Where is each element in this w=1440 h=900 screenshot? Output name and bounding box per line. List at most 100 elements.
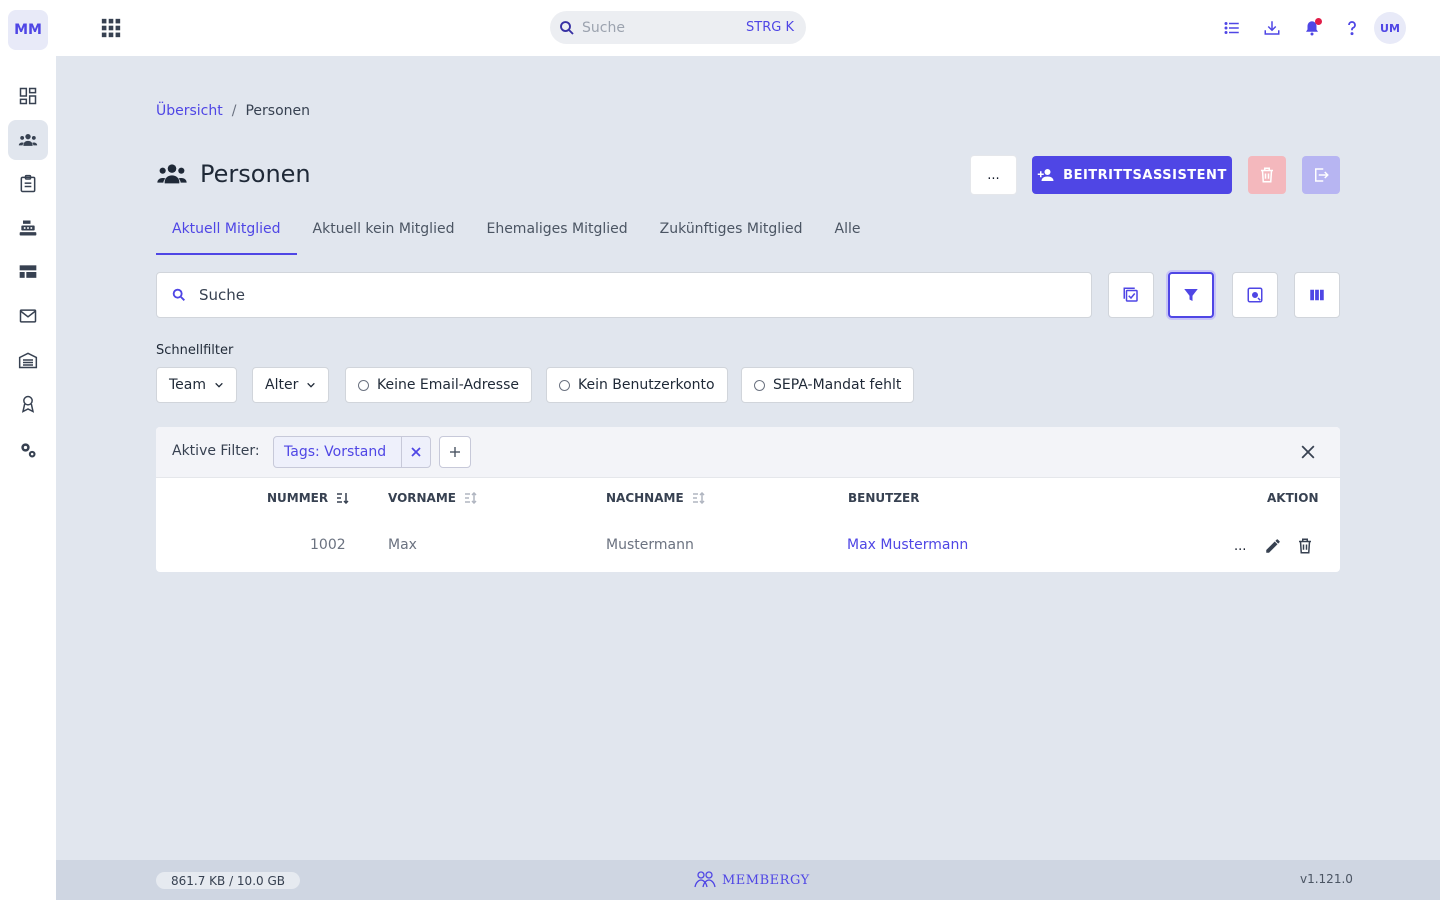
tab-all[interactable]: Alle (819, 213, 877, 255)
focus-icon (1247, 287, 1263, 303)
chevron-down-icon (215, 382, 223, 388)
sidebar-item-mail[interactable] (8, 296, 48, 336)
focus-view-button[interactable] (1232, 272, 1278, 318)
breadcrumb-overview-link[interactable]: Übersicht (156, 103, 223, 119)
dashboard-icon (19, 87, 37, 105)
more-options-button[interactable]: ... (970, 155, 1017, 195)
clear-filters-button[interactable] (1298, 442, 1318, 462)
chevron-down-icon (307, 382, 316, 388)
column-firstname-label: VORNAME (388, 491, 456, 505)
download-button[interactable] (1260, 16, 1284, 40)
tab-current-non-member[interactable]: Aktuell kein Mitglied (297, 213, 471, 255)
radio-icon (559, 379, 570, 391)
delete-selected-button[interactable] (1248, 156, 1286, 194)
remove-filter-button[interactable] (401, 437, 430, 467)
no-user-account-filter[interactable]: Kein Benutzerkonto (546, 367, 728, 403)
cell-firstname: Max (388, 537, 417, 553)
list-button[interactable] (1220, 16, 1244, 40)
select-all-button[interactable] (1108, 272, 1154, 318)
edit-icon[interactable] (1264, 537, 1282, 555)
user-avatar[interactable]: UM (1374, 12, 1406, 44)
filter-chip: Tags: Vorstand (273, 436, 431, 468)
export-icon (1315, 168, 1329, 182)
help-icon (1348, 21, 1356, 36)
export-button[interactable] (1302, 156, 1340, 194)
download-icon (1264, 21, 1280, 35)
active-filters-label: Aktive Filter: (172, 443, 260, 459)
people-icon (157, 164, 187, 184)
no-email-filter[interactable]: Keine Email-Adresse (345, 367, 532, 403)
people-icon (18, 134, 38, 146)
radio-icon (358, 379, 369, 391)
plus-icon (450, 447, 460, 457)
breadcrumb-current: Personen (245, 103, 310, 119)
row-more-button[interactable]: ... (1234, 539, 1250, 554)
cell-lastname: Mustermann (606, 537, 694, 553)
breadcrumb: Übersicht / Personen (156, 103, 310, 119)
tab-former-member[interactable]: Ehemaliges Mitglied (470, 213, 643, 255)
age-filter-dropdown[interactable]: Alter (252, 367, 330, 403)
storage-usage: 861.7 KB / 10.0 GB (156, 872, 300, 889)
no-email-label: Keine Email-Adresse (377, 377, 519, 393)
app-version: v1.121.0 (1300, 872, 1353, 886)
column-header-firstname[interactable]: VORNAME (388, 491, 478, 505)
person-search-input[interactable] (199, 286, 1091, 304)
table-view-icon (19, 265, 37, 278)
help-button[interactable] (1340, 16, 1364, 40)
list-icon (1224, 22, 1239, 34)
cell-number: 1002 (310, 537, 346, 553)
sidebar: MM (0, 0, 56, 900)
team-filter-label: Team (169, 377, 207, 393)
app-logo[interactable]: MM (8, 10, 48, 50)
brand-logo: MEMBERGY (692, 869, 810, 891)
membergy-logo-icon (694, 871, 716, 888)
column-user-label: BENUTZER (848, 491, 920, 505)
sidebar-item-persons[interactable] (8, 120, 48, 160)
cash-register-icon (19, 220, 37, 236)
columns-button[interactable] (1294, 272, 1340, 318)
mail-icon (19, 309, 37, 323)
membership-wizard-button[interactable]: BEITRITTSASSISTENT (1032, 156, 1232, 194)
sidebar-item-warehouse[interactable] (8, 340, 48, 380)
cell-user-link[interactable]: Max Mustermann (847, 537, 968, 553)
sidebar-item-cash-register[interactable] (8, 208, 48, 248)
filter-button[interactable] (1168, 272, 1214, 318)
filter-chip-label[interactable]: Tags: Vorstand (274, 444, 401, 460)
notifications-button[interactable] (1300, 16, 1324, 40)
top-bar: Suche STRG K UM (56, 0, 1440, 56)
no-user-account-label: Kein Benutzerkonto (578, 377, 715, 393)
sidebar-item-dashboard[interactable] (8, 76, 48, 116)
page-title: Personen (200, 160, 311, 188)
column-lastname-label: NACHNAME (606, 491, 684, 505)
radio-icon (754, 379, 765, 391)
sidebar-item-table-view[interactable] (8, 252, 48, 292)
clipboard-icon (20, 174, 36, 193)
column-number-label: NUMMER (267, 491, 329, 505)
trash-icon[interactable] (1296, 537, 1314, 555)
tab-current-member[interactable]: Aktuell Mitglied (156, 213, 297, 255)
tab-future-member[interactable]: Zukünftiges Mitglied (644, 213, 819, 255)
column-header-lastname[interactable]: NACHNAME (606, 491, 706, 505)
sort-descending-icon (337, 493, 349, 504)
sidebar-item-award[interactable] (8, 384, 48, 424)
team-filter-dropdown[interactable]: Team (156, 367, 238, 403)
global-search[interactable]: Suche STRG K (550, 11, 806, 44)
sepa-missing-label: SEPA-Mandat fehlt (773, 377, 902, 393)
search-icon (560, 20, 574, 35)
column-header-number[interactable]: NUMMER (267, 491, 350, 505)
add-filter-button[interactable] (439, 436, 471, 468)
footer: 861.7 KB / 10.0 GB MEMBERGY v1.121.0 (56, 860, 1440, 900)
sidebar-item-settings[interactable] (8, 430, 48, 470)
sepa-missing-filter[interactable]: SEPA-Mandat fehlt (741, 367, 915, 403)
sort-icon (465, 492, 477, 504)
membership-wizard-label: BEITRITTSASSISTENT (1063, 167, 1227, 183)
column-header-user: BENUTZER (848, 491, 919, 505)
brand-name: MEMBERGY (722, 872, 810, 888)
active-filter-bar: Aktive Filter: Tags: Vorstand (156, 427, 1340, 478)
trash-icon (1261, 167, 1273, 183)
age-filter-label: Alter (265, 377, 299, 393)
sidebar-item-clipboard[interactable] (8, 164, 48, 204)
close-icon (1301, 445, 1315, 459)
apps-grid-icon[interactable] (100, 17, 122, 39)
member-status-tabs: Aktuell Mitglied Aktuell kein Mitglied E… (156, 213, 876, 255)
